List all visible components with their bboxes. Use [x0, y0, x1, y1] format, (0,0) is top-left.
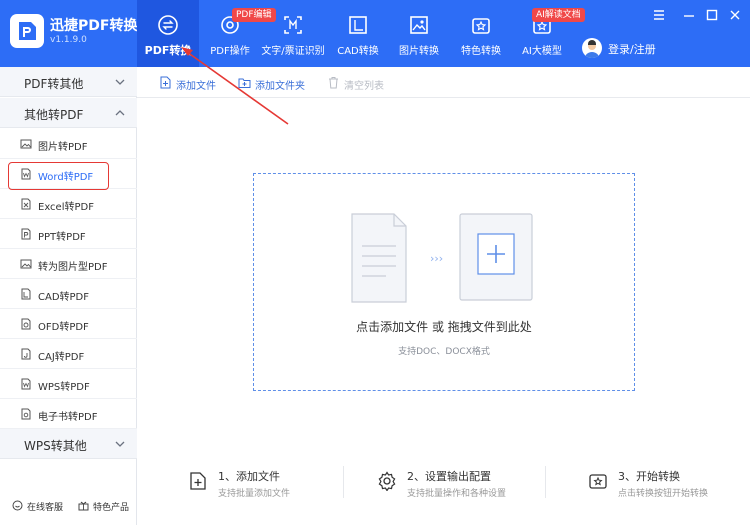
step-desc: 点击转换按钮开始转换 — [618, 489, 709, 499]
category-wps-to-other[interactable]: WPS转其他 — [0, 429, 137, 459]
ebook-file-icon — [21, 408, 31, 420]
step-title: 2、设置输出配置 — [407, 470, 491, 483]
image-icon — [410, 16, 428, 34]
ppt-file-icon — [21, 228, 31, 240]
sidebar-item-label: Excel转PDF — [38, 202, 94, 213]
trash-icon — [329, 77, 338, 89]
category-label: WPS转其他 — [24, 439, 87, 453]
chevron-up-icon — [115, 110, 125, 116]
add-file-icon — [160, 76, 171, 89]
login-label: 登录/注册 — [608, 43, 656, 56]
title-bar: 迅捷PDF转换器 v1.1.9.0 PDF转换 PDF操作 PDF编辑 文字/票… — [0, 0, 750, 67]
nav-cad[interactable]: CAD转换 — [329, 0, 387, 67]
ai-doc-badge: AI解读文档 — [532, 8, 585, 22]
maximize-icon[interactable] — [705, 8, 719, 22]
app-logo — [10, 14, 44, 48]
featured-products-label: 特色产品 — [93, 503, 130, 513]
add-file-label: 添加文件 — [176, 81, 216, 92]
step-title: 3、开始转换 — [618, 470, 680, 483]
step-title: 1、添加文件 — [218, 470, 280, 483]
convert-start-icon — [589, 474, 607, 489]
excel-file-icon — [21, 198, 31, 210]
sidebar-item-label: 转为图片型PDF — [38, 262, 108, 273]
sidebar-footer: 在线客服 特色产品 — [0, 491, 137, 525]
sidebar-item-label: PPT转PDF — [38, 232, 86, 243]
caj-file-icon — [21, 348, 31, 360]
sidebar-item-cad-to-pdf[interactable]: CAD转PDF — [0, 279, 137, 309]
app-version: v1.1.9.0 — [50, 35, 87, 45]
category-pdf-to-other[interactable]: PDF转其他 — [0, 67, 137, 97]
nav-label: PDF转换 — [144, 44, 192, 57]
convert-icon — [158, 15, 178, 35]
nav-label: PDF操作 — [210, 46, 250, 57]
toolbar: 添加文件 添加文件夹 清空列表 — [137, 67, 750, 98]
sidebar-item-label: WPS转PDF — [38, 382, 90, 393]
nav-label: 特色转换 — [461, 46, 501, 57]
step-desc: 支持批量添加文件 — [218, 489, 291, 499]
sidebar-item-wps-to-pdf[interactable]: WPS转PDF — [0, 369, 137, 399]
ocr-icon — [284, 16, 302, 34]
sidebar-item-ebook-to-pdf[interactable]: 电子书转PDF — [0, 399, 137, 429]
nav-ocr[interactable]: 文字/票证识别 — [261, 0, 325, 67]
step-divider — [545, 466, 546, 498]
online-service-label: 在线客服 — [27, 503, 64, 513]
file-drop-zone[interactable]: ››› 点击添加文件 或 拖拽文件到此处 支持DOC、DOCX格式 — [253, 173, 635, 391]
minimize-icon[interactable] — [682, 8, 696, 22]
nav-special[interactable]: 特色转换 — [452, 0, 510, 67]
sidebar-item-label: CAD转PDF — [38, 292, 90, 303]
special-icon — [472, 18, 490, 34]
sidebar-item-image-to-pdf[interactable]: 图片转PDF — [0, 129, 137, 159]
cad-file-icon — [21, 288, 31, 300]
chevron-down-icon — [115, 79, 125, 85]
drop-zone-hint: 支持DOC、DOCX格式 — [398, 347, 490, 357]
drop-illustration: ››› — [351, 213, 533, 303]
add-file-icon — [190, 472, 206, 490]
image-pdf-icon — [20, 259, 32, 269]
add-folder-label: 添加文件夹 — [255, 81, 305, 92]
category-label: 其他转PDF — [24, 108, 84, 122]
sidebar-item-excel-to-pdf[interactable]: Excel转PDF — [0, 189, 137, 219]
nav-label: 图片转换 — [399, 46, 439, 57]
sidebar-item-caj-to-pdf[interactable]: CAJ转PDF — [0, 339, 137, 369]
add-folder-icon — [238, 78, 251, 88]
nav-image[interactable]: 图片转换 — [390, 0, 448, 67]
highlight-box — [8, 162, 109, 190]
sidebar-item-label: CAJ转PDF — [38, 352, 85, 363]
close-icon[interactable] — [728, 8, 742, 22]
sidebar-item-image-pdf[interactable]: 转为图片型PDF — [0, 249, 137, 279]
nav-label: AI大模型 — [522, 46, 562, 57]
wps-file-icon — [21, 378, 31, 390]
cad-icon — [349, 16, 367, 34]
sidebar-item-label: 图片转PDF — [38, 142, 88, 153]
category-other-to-pdf[interactable]: 其他转PDF — [0, 98, 137, 128]
ofd-file-icon — [21, 318, 31, 330]
avatar — [582, 38, 602, 58]
sidebar-item-ofd-to-pdf[interactable]: OFD转PDF — [0, 309, 137, 339]
svg-text:›››: ››› — [430, 252, 443, 265]
nav-label: CAD转换 — [337, 46, 379, 57]
nav-label: 文字/票证识别 — [261, 46, 325, 57]
step-divider — [343, 466, 344, 498]
sidebar-item-label: OFD转PDF — [38, 322, 89, 333]
sidebar-item-word-to-pdf[interactable]: Word转PDF — [0, 159, 137, 190]
nav-pdf-convert[interactable]: PDF转换 — [137, 0, 199, 67]
headset-icon — [12, 500, 23, 511]
clear-list-label: 清空列表 — [344, 81, 384, 92]
category-label: PDF转其他 — [24, 77, 84, 91]
sidebar-item-label: 电子书转PDF — [38, 412, 98, 423]
image-file-icon — [20, 139, 32, 149]
sidebar-item-ppt-to-pdf[interactable]: PPT转PDF — [0, 219, 137, 249]
menu-icon[interactable] — [652, 8, 666, 22]
gift-icon — [78, 501, 89, 511]
settings-icon — [378, 471, 396, 491]
sidebar: PDF转其他 其他转PDF 图片转PDF Word转PDF Excel转PDF … — [0, 67, 137, 525]
drop-zone-title: 点击添加文件 或 拖拽文件到此处 — [356, 320, 532, 334]
step-desc: 支持批量操作和各种设置 — [407, 489, 507, 499]
chevron-down-icon — [115, 441, 125, 447]
